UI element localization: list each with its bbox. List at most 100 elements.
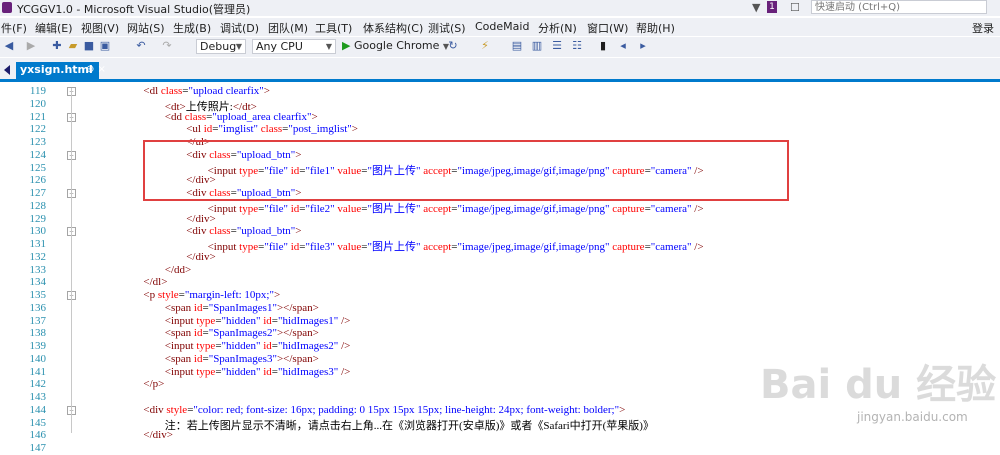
menu-edit[interactable]: 编辑(E) bbox=[35, 20, 73, 36]
code-line[interactable]: 122 <ul id="imglist" class="post_imglist"… bbox=[0, 123, 1000, 136]
tab-yxsign-html[interactable]: yxsign.html ⊕ × bbox=[16, 62, 106, 79]
outdent-icon[interactable]: ☷ bbox=[570, 39, 584, 53]
new-project-icon[interactable]: ✚ bbox=[50, 39, 64, 53]
line-number: 132 bbox=[29, 250, 47, 263]
prev-bookmark-icon[interactable]: ◂ bbox=[616, 39, 630, 53]
line-number: 135 bbox=[29, 289, 47, 301]
code-line[interactable]: 133 </dd> bbox=[0, 264, 1000, 277]
code-text: </dd> bbox=[164, 263, 192, 276]
code-text: <span id="SpanImages2"></span> bbox=[164, 327, 319, 340]
code-text: <span id="SpanImages1"></span> bbox=[164, 301, 319, 314]
line-number: 136 bbox=[29, 301, 47, 314]
line-number: 146 bbox=[29, 429, 47, 442]
code-line[interactable]: 120 <dt>上传照片:</dt> bbox=[0, 97, 1000, 113]
menu-bar: 件(F) 编辑(E) 视图(V) 网站(S) 生成(B) 调试(D) 团队(M)… bbox=[0, 18, 1000, 36]
feedback-icon[interactable]: ☐ bbox=[790, 1, 800, 14]
menu-codemaid[interactable]: CodeMaid bbox=[475, 20, 529, 33]
code-line[interactable]: 137 <input type="hidden" id="hidImages1" … bbox=[0, 315, 1000, 328]
highlight-rectangle bbox=[143, 140, 789, 201]
find-icon[interactable]: ▤ bbox=[510, 39, 524, 53]
fold-guide-line bbox=[71, 88, 72, 433]
menu-test[interactable]: 测试(S) bbox=[428, 20, 466, 36]
tab-scroll-left-icon[interactable] bbox=[4, 65, 10, 75]
run-button[interactable]: ▶ Google Chrome ▼ bbox=[342, 39, 449, 52]
open-file-icon[interactable]: ▰ bbox=[66, 39, 80, 53]
code-text: <div style="color: red; font-size: 16px;… bbox=[143, 403, 626, 416]
menu-website[interactable]: 网站(S) bbox=[127, 20, 165, 36]
browser-link-icon[interactable]: ⚡ bbox=[478, 39, 492, 53]
format-icon[interactable]: ▥ bbox=[530, 39, 544, 53]
code-text: <input type="hidden" id="hidImages3" /> bbox=[164, 365, 351, 378]
undo-icon[interactable]: ↶ bbox=[134, 39, 148, 53]
line-number: 123 bbox=[29, 136, 47, 148]
code-line[interactable]: 128 <input type="file" id="file2" value="… bbox=[0, 199, 1000, 215]
menu-team[interactable]: 团队(M) bbox=[268, 20, 308, 36]
menu-build[interactable]: 生成(B) bbox=[173, 20, 211, 36]
quick-launch-input[interactable]: 快速启动 (Ctrl+Q) bbox=[811, 0, 987, 14]
save-icon[interactable]: ■ bbox=[82, 39, 96, 53]
code-text: <dl class="upload clearfix"> bbox=[143, 85, 270, 97]
code-text: <p style="margin-left: 10px;"> bbox=[143, 289, 281, 301]
back-icon[interactable]: ◀ bbox=[2, 39, 16, 53]
code-line[interactable]: 139 <input type="hidden" id="hidImages2" … bbox=[0, 340, 1000, 353]
code-line[interactable]: 130−<div class="upload_btn"> bbox=[0, 225, 1000, 238]
line-number: 129 bbox=[29, 212, 47, 225]
chevron-down-icon: ▼ bbox=[325, 42, 332, 51]
notification-badge[interactable]: 1 bbox=[767, 1, 777, 13]
refresh-icon[interactable]: ↻ bbox=[446, 39, 460, 53]
pin-close-icon[interactable]: ⊕ × bbox=[86, 62, 106, 78]
line-number: 125 bbox=[29, 161, 47, 174]
code-text: <input type="hidden" id="hidImages2" /> bbox=[164, 340, 351, 352]
login-link[interactable]: 登录 bbox=[972, 20, 994, 36]
code-line[interactable]: 132 </div> bbox=[0, 251, 1000, 264]
line-number: 128 bbox=[29, 199, 47, 212]
code-text: <span id="SpanImages3"></span> bbox=[164, 352, 319, 365]
visual-studio-logo-icon bbox=[2, 2, 12, 13]
chevron-down-icon: ▼ bbox=[235, 42, 242, 51]
forward-icon[interactable]: ▶ bbox=[24, 39, 38, 53]
menu-debug[interactable]: 调试(D) bbox=[220, 20, 259, 36]
window-title: YCGGV1.0 - Microsoft Visual Studio(管理员) bbox=[17, 3, 251, 16]
line-number: 144 bbox=[29, 403, 47, 416]
line-number: 134 bbox=[29, 276, 47, 289]
code-line[interactable]: 138 <span id="SpanImages2"></span> bbox=[0, 327, 1000, 340]
menu-view[interactable]: 视图(V) bbox=[81, 20, 119, 36]
menu-help[interactable]: 帮助(H) bbox=[636, 20, 675, 36]
line-number: 131 bbox=[29, 238, 47, 250]
tab-label: yxsign.html bbox=[20, 63, 93, 76]
code-line[interactable]: 134 </dl> bbox=[0, 276, 1000, 289]
code-line[interactable]: 145 注：若上传图片显示不清晰，请点击右上角...在《浏览器打开(安卓版)》或者… bbox=[0, 417, 1000, 432]
line-number: 120 bbox=[29, 97, 47, 110]
code-text: </dl> bbox=[143, 276, 168, 289]
code-line[interactable]: 121−<dd class="upload_area clearfix"> bbox=[0, 111, 1000, 124]
document-tab-row: yxsign.html ⊕ × bbox=[0, 58, 1000, 79]
menu-architecture[interactable]: 体系结构(C) bbox=[363, 20, 423, 36]
line-number: 127 bbox=[29, 187, 47, 199]
menu-analyze[interactable]: 分析(N) bbox=[538, 20, 577, 36]
bookmark-icon[interactable]: ▮ bbox=[596, 39, 610, 53]
code-line[interactable]: 135−<p style="margin-left: 10px;"> bbox=[0, 289, 1000, 302]
indent-icon[interactable]: ☰ bbox=[550, 39, 564, 53]
filter-icon[interactable]: ▼ bbox=[752, 1, 760, 14]
code-line[interactable]: 129 </div> bbox=[0, 213, 1000, 226]
code-line[interactable]: 119−<dl class="upload clearfix"> bbox=[0, 85, 1000, 98]
watermark-url: jingyan.baidu.com bbox=[857, 410, 968, 424]
menu-window[interactable]: 窗口(W) bbox=[587, 20, 628, 36]
save-all-icon[interactable]: ▣ bbox=[98, 39, 112, 53]
code-text: </div> bbox=[143, 429, 173, 442]
line-number: 147 bbox=[29, 442, 47, 454]
line-number: 130 bbox=[29, 225, 47, 238]
code-line[interactable]: 136 <span id="SpanImages1"></span> bbox=[0, 302, 1000, 315]
configuration-value: Debug bbox=[200, 40, 237, 53]
menu-tools[interactable]: 工具(T) bbox=[315, 20, 352, 36]
code-text: <dd class="upload_area clearfix"> bbox=[164, 110, 318, 123]
next-bookmark-icon[interactable]: ▸ bbox=[636, 39, 650, 53]
menu-file[interactable]: 件(F) bbox=[1, 20, 27, 36]
run-target-label: Google Chrome bbox=[353, 39, 440, 52]
configuration-select[interactable]: Debug ▼ bbox=[196, 39, 246, 54]
platform-select[interactable]: Any CPU ▼ bbox=[252, 39, 336, 54]
code-line[interactable]: 147 bbox=[0, 442, 1000, 455]
redo-icon[interactable]: ↷ bbox=[160, 39, 174, 53]
line-number: 140 bbox=[29, 352, 47, 365]
code-line[interactable]: 131 <input type="file" id="file3" value="… bbox=[0, 238, 1000, 253]
